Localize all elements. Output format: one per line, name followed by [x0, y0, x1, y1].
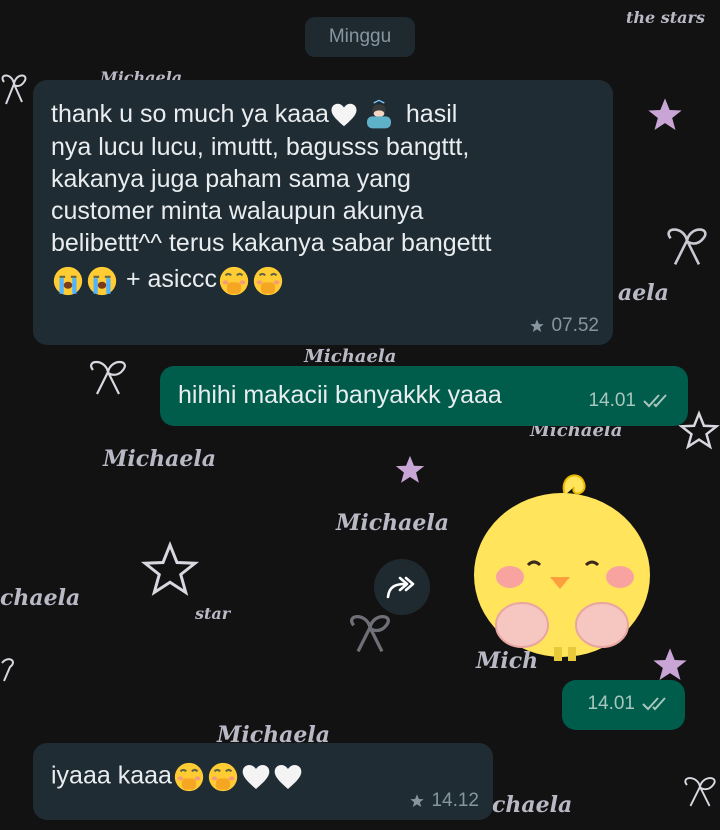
star-icon: [395, 455, 425, 483]
wallpaper-text: Michaela: [103, 446, 216, 472]
face-with-hand-over-mouth-icon: [219, 266, 249, 295]
message-text: iyaaa kaaa: [51, 760, 304, 794]
wallpaper-text: aela: [618, 280, 669, 306]
wallpaper-text: the stars: [626, 8, 705, 27]
wallpaper-text: star: [195, 604, 231, 623]
white-heart-icon: [274, 765, 302, 789]
message-bubble-incoming[interactable]: iyaaa kaaa 14.12: [33, 743, 493, 820]
message-time: 14.12: [431, 790, 479, 811]
forward-arrow-icon: [386, 576, 415, 599]
starred-icon: [410, 794, 425, 807]
bow-icon: [684, 777, 716, 807]
bow-icon: [1, 74, 27, 105]
message-meta: 14.01: [587, 693, 671, 715]
wallpaper-text: chaela: [492, 792, 573, 818]
face-with-hand-over-mouth-icon: [208, 762, 238, 792]
white-heart-icon: [331, 104, 357, 127]
bow-icon: [667, 228, 707, 265]
white-heart-icon: [242, 765, 270, 789]
wallpaper-text: chaela: [0, 585, 81, 611]
message-bubble-outgoing[interactable]: hihihi makacii banyakkk yaaa 14.01: [160, 366, 688, 426]
starred-icon: [530, 319, 545, 332]
forward-button[interactable]: [374, 559, 430, 615]
message-meta: 07.52: [529, 315, 599, 337]
read-double-check-icon: [643, 394, 667, 408]
message-text: thank u so much ya kaaa hasil nya lucu l…: [51, 98, 595, 298]
message-meta: 14.01: [588, 390, 672, 412]
chick-sticker[interactable]: [470, 465, 650, 665]
face-with-hand-over-mouth-icon: [253, 266, 283, 295]
bow-icon: [1, 658, 14, 682]
read-double-check-icon: [642, 697, 666, 711]
message-bubble-outgoing[interactable]: 14.01: [562, 680, 685, 730]
star-outline-icon: [140, 540, 200, 596]
bow-icon: [350, 615, 390, 653]
wallpaper-text: Michaela: [336, 510, 449, 536]
message-meta: 14.12: [409, 790, 479, 812]
loudly-crying-face-icon: [53, 266, 83, 295]
message-time: 14.01: [588, 390, 636, 411]
bow-icon: [90, 360, 126, 395]
star-icon: [653, 648, 687, 680]
star-icon: [648, 98, 682, 130]
message-time: 07.52: [551, 315, 599, 336]
message-bubble-incoming[interactable]: thank u so much ya kaaa hasil nya lucu l…: [33, 80, 613, 345]
message-text: hihihi makacii banyakkk yaaa: [178, 381, 502, 409]
loudly-crying-face-icon: [87, 266, 117, 295]
face-with-hand-over-mouth-icon: [174, 762, 204, 792]
wallpaper-text: Michaela: [304, 346, 397, 367]
person-bowing-icon: [366, 99, 391, 129]
date-separator: Minggu: [305, 17, 415, 57]
message-time: 14.01: [587, 693, 635, 714]
